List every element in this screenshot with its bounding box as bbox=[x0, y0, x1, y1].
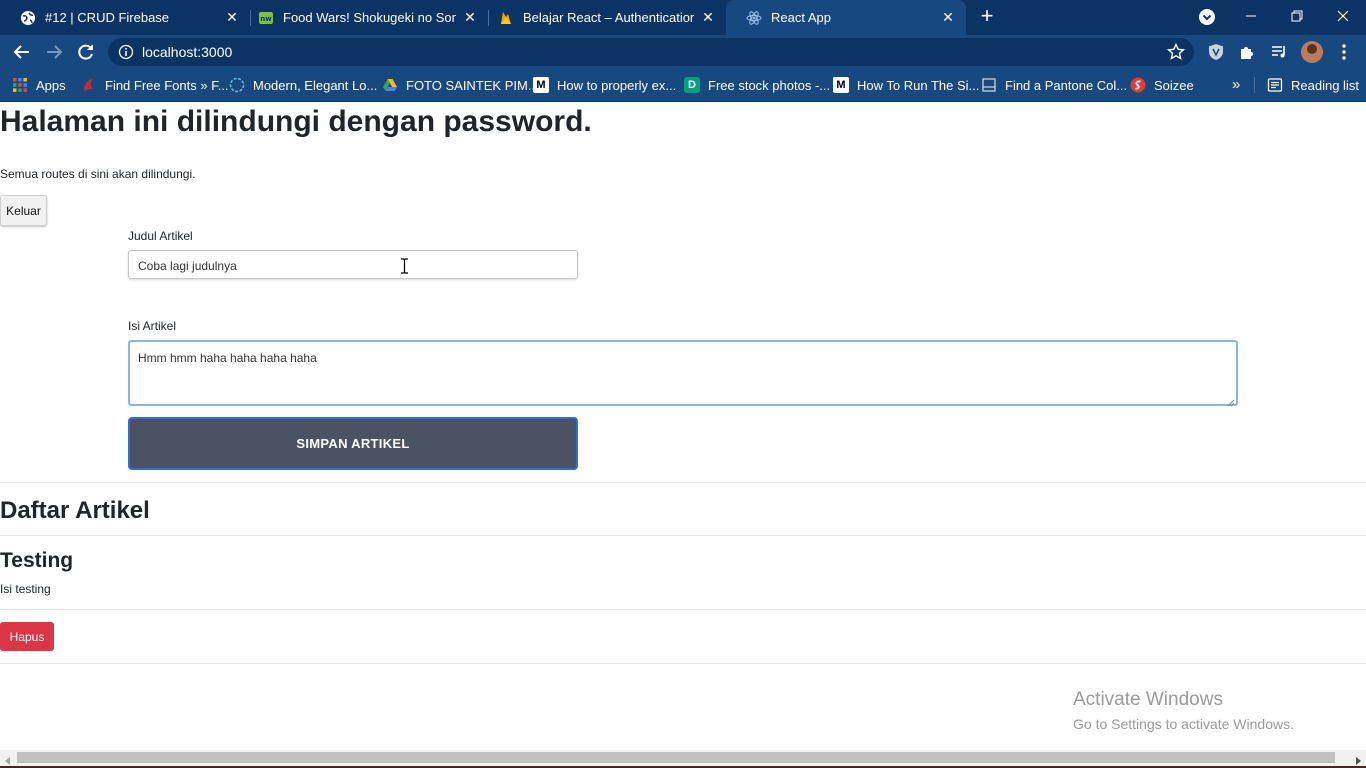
firebase-icon bbox=[498, 10, 514, 26]
medium-icon: M bbox=[833, 77, 849, 93]
minimize-icon[interactable] bbox=[1228, 0, 1274, 32]
divider bbox=[0, 663, 1366, 664]
new-tab-button[interactable]: + bbox=[976, 5, 998, 28]
tab-title: Food Wars! Shokugeki no Soma t bbox=[283, 10, 456, 25]
reload-icon[interactable] bbox=[75, 41, 97, 63]
tab-title: #12 | CRUD Firebase bbox=[45, 10, 170, 25]
bookmark-apps[interactable]: Apps bbox=[12, 76, 66, 94]
tab-food-wars[interactable]: nw Food Wars! Shokugeki no Soma t ✕ bbox=[238, 0, 488, 35]
bookmark-label: Soizee bbox=[1154, 77, 1194, 93]
bookmark-label: Modern, Elegant Lo... bbox=[253, 77, 378, 93]
article-body: Isi testing bbox=[0, 582, 51, 596]
stock-photos-icon: D bbox=[684, 77, 700, 93]
divider bbox=[0, 482, 1366, 483]
bookmark-label: How To Run The Si... bbox=[857, 77, 980, 93]
bookmark-fonts[interactable]: Find Free Fonts » F... bbox=[81, 76, 229, 94]
text-cursor-icon bbox=[400, 258, 409, 274]
close-icon[interactable]: ✕ bbox=[940, 9, 956, 26]
bookmark-pantone[interactable]: Find a Pantone Col... bbox=[981, 76, 1127, 94]
svg-text:nw: nw bbox=[260, 15, 272, 23]
watermark-subtitle: Go to Settings to activate Windows. bbox=[1073, 716, 1294, 732]
extensions-puzzle-icon[interactable] bbox=[1237, 42, 1257, 62]
divider bbox=[0, 535, 1366, 536]
react-icon bbox=[746, 10, 762, 26]
tab-react-app[interactable]: React App ✕ bbox=[726, 0, 966, 35]
bookmark-how-to-properly[interactable]: M How to properly ex... bbox=[533, 76, 676, 94]
profile-avatar[interactable] bbox=[1301, 41, 1323, 63]
title-input[interactable]: Coba lagi judulnya bbox=[128, 250, 578, 279]
pantone-icon bbox=[981, 77, 997, 93]
tab-title: React App bbox=[771, 10, 831, 25]
anime-site-icon: nw bbox=[258, 10, 274, 26]
watermark-title: Activate Windows bbox=[1073, 689, 1223, 710]
media-queue-icon[interactable] bbox=[1269, 42, 1289, 62]
reading-list-button[interactable]: Reading list bbox=[1267, 76, 1359, 94]
scroll-right-icon[interactable] bbox=[1353, 753, 1363, 765]
apps-grid-icon bbox=[12, 77, 28, 93]
save-article-button[interactable]: SIMPAN ARTIKEL bbox=[128, 417, 578, 470]
tab-title: Belajar React – Authentication – I bbox=[523, 10, 694, 25]
logo-icon bbox=[229, 77, 245, 93]
scrollbar-thumb[interactable] bbox=[17, 752, 1335, 763]
globe-icon bbox=[20, 10, 36, 26]
tab-crud-firebase[interactable]: #12 | CRUD Firebase ✕ bbox=[0, 0, 250, 35]
browser-toolbar: localhost:3000 bbox=[0, 35, 1366, 68]
medium-icon: M bbox=[533, 77, 549, 93]
soizee-icon bbox=[1130, 77, 1146, 93]
bookmark-foto-saintek[interactable]: FOTO SAINTEK PIM... bbox=[382, 76, 539, 94]
reading-list-label: Reading list bbox=[1291, 77, 1359, 93]
body-textarea-value: Hmm hmm haha haha haha haha bbox=[138, 351, 317, 365]
bookmark-label: Find a Pantone Col... bbox=[1005, 77, 1128, 93]
title-input-value: Coba lagi judulnya bbox=[138, 259, 237, 273]
tab-belajar-react[interactable]: Belajar React – Authentication – I ✕ bbox=[478, 0, 726, 35]
url-text[interactable]: localhost:3000 bbox=[142, 44, 232, 60]
article-title: Testing bbox=[0, 549, 74, 572]
restore-icon[interactable] bbox=[1274, 0, 1320, 32]
bookmarks-overflow-button[interactable]: » bbox=[1232, 76, 1240, 93]
article-list-heading: Daftar Artikel bbox=[0, 497, 150, 524]
bookmarks-bar: Apps Find Free Fonts » F... Modern, Eleg… bbox=[0, 68, 1366, 102]
title-field-label: Judul Artikel bbox=[128, 229, 193, 243]
scroll-left-icon[interactable] bbox=[3, 753, 13, 765]
bookmarks-divider bbox=[1254, 77, 1255, 93]
page-subtitle: Semua routes di sini akan dilindungi. bbox=[0, 167, 196, 181]
bookmark-how-to-run[interactable]: M How To Run The Si... bbox=[833, 76, 979, 94]
resize-grip-icon[interactable] bbox=[1226, 394, 1235, 407]
bookmark-label: Free stock photos -... bbox=[708, 77, 831, 93]
logout-button[interactable]: Keluar bbox=[0, 195, 47, 226]
google-drive-icon bbox=[382, 77, 398, 93]
bookmark-star-icon[interactable] bbox=[1166, 42, 1186, 61]
body-field-label: Isi Artikel bbox=[128, 319, 177, 333]
close-icon[interactable]: ✕ bbox=[462, 9, 478, 26]
bookmark-label: Apps bbox=[36, 77, 66, 93]
close-icon[interactable]: ✕ bbox=[700, 9, 716, 26]
tab-search-icon[interactable] bbox=[1198, 8, 1216, 26]
body-textarea[interactable]: Hmm hmm haha haha haha haha bbox=[128, 340, 1238, 407]
fonts-icon bbox=[81, 77, 97, 93]
back-arrow-icon[interactable] bbox=[11, 41, 33, 63]
shield-extension-icon[interactable] bbox=[1206, 42, 1226, 62]
reading-list-icon bbox=[1267, 77, 1283, 93]
bookmark-modern-elegant[interactable]: Modern, Elegant Lo... bbox=[229, 76, 377, 94]
page-viewport: Halaman ini dilindungi dengan password. … bbox=[0, 103, 1366, 750]
bookmark-free-stock-photos[interactable]: D Free stock photos -... bbox=[684, 76, 830, 94]
horizontal-scrollbar[interactable] bbox=[0, 750, 1366, 766]
window-close-icon[interactable] bbox=[1320, 0, 1366, 32]
bookmark-label: Find Free Fonts » F... bbox=[105, 77, 229, 93]
tab-strip: #12 | CRUD Firebase ✕ nw Food Wars! Shok… bbox=[0, 0, 1366, 35]
address-bar[interactable]: localhost:3000 bbox=[108, 38, 1194, 66]
bookmark-soizee[interactable]: Soizee bbox=[1130, 76, 1194, 94]
forward-arrow-icon[interactable] bbox=[43, 41, 65, 63]
bookmark-label: How to properly ex... bbox=[557, 77, 677, 93]
info-icon[interactable] bbox=[118, 44, 134, 60]
page-title: Halaman ini dilindungi dengan password. bbox=[0, 105, 592, 138]
kebab-menu-icon[interactable] bbox=[1334, 42, 1354, 62]
delete-article-button[interactable]: Hapus bbox=[0, 622, 54, 651]
activate-windows-watermark: Activate Windows Go to Settings to activ… bbox=[1073, 689, 1294, 732]
divider bbox=[0, 609, 1366, 610]
bookmark-label: FOTO SAINTEK PIM... bbox=[406, 77, 539, 93]
